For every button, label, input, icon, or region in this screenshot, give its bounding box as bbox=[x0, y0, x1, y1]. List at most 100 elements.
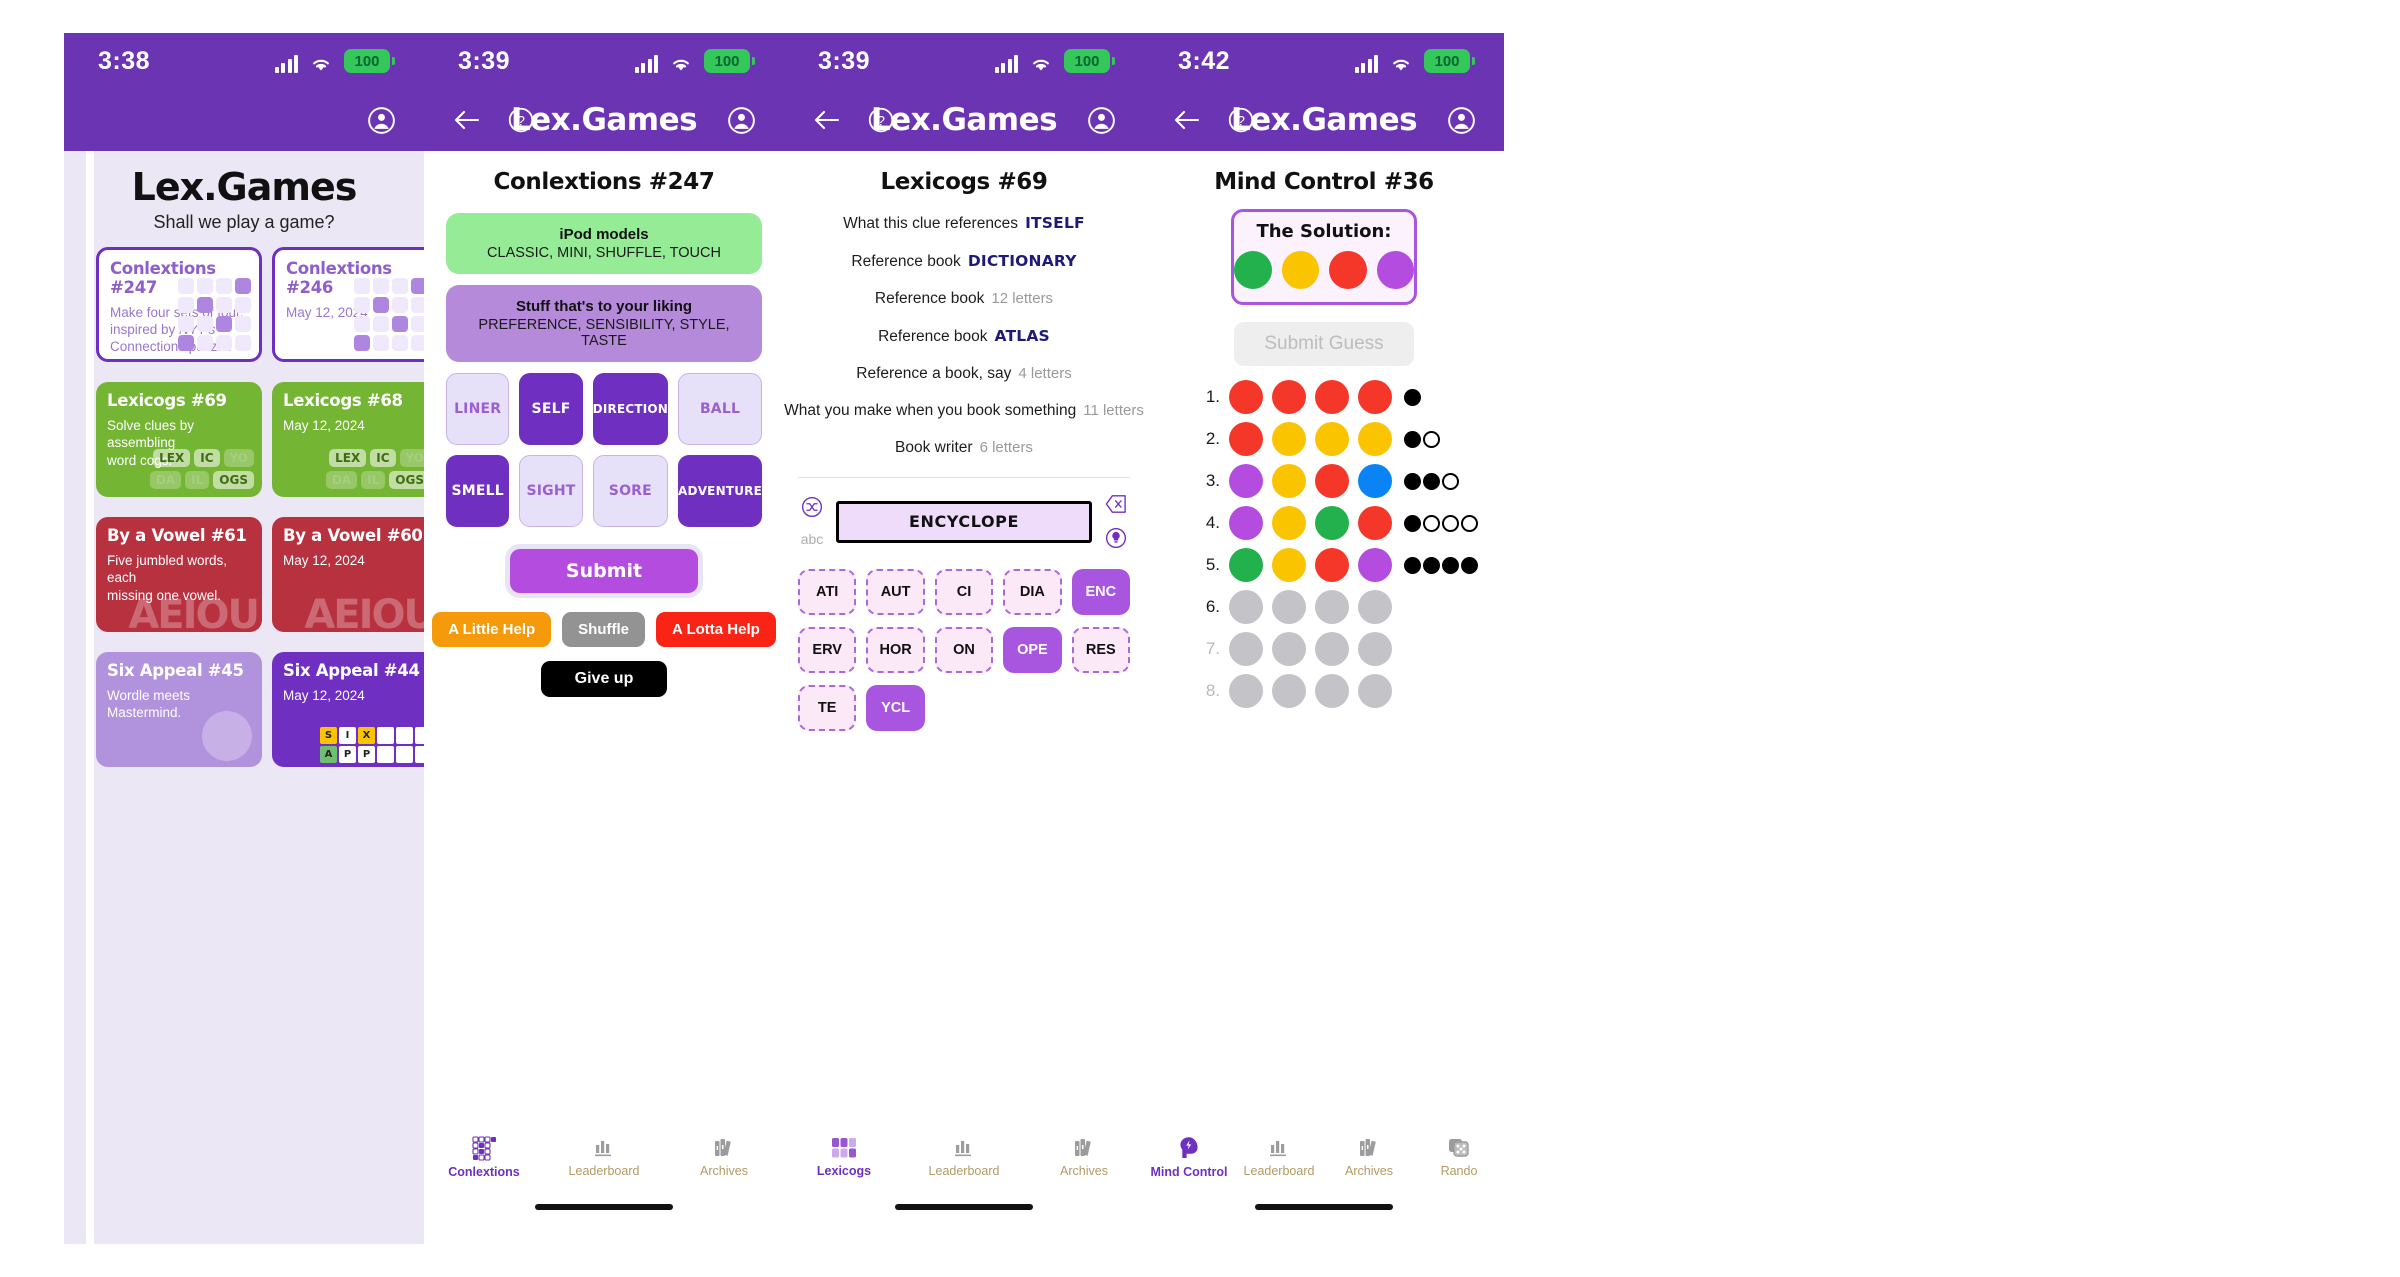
word-tile[interactable]: SMELL bbox=[446, 455, 510, 527]
bottom-tab-bar[interactable]: Mind Control Leaderboard Archives Rando bbox=[1144, 1126, 1504, 1188]
status-bar: 3:39 100 bbox=[784, 33, 1144, 89]
game-card-conlextions-247[interactable]: Conlextions #247 Make four sets of four,… bbox=[96, 247, 262, 362]
guess-row[interactable]: 6. bbox=[1202, 590, 1504, 624]
cog-chip: YO bbox=[223, 449, 254, 467]
cog-key[interactable]: ATI bbox=[798, 569, 857, 615]
account-icon[interactable] bbox=[1444, 103, 1478, 137]
word-tile[interactable]: BALL bbox=[678, 373, 762, 445]
cog-key[interactable]: ENC bbox=[1071, 569, 1130, 615]
abc-label[interactable]: abc bbox=[801, 531, 824, 547]
clue-answer: ITSELF bbox=[1025, 214, 1085, 232]
word-tile[interactable]: SORE bbox=[592, 455, 669, 527]
tab-mind-control[interactable]: Mind Control bbox=[1144, 1126, 1234, 1188]
bottom-tab-bar[interactable]: Conlextions Leaderboard Archives bbox=[424, 1126, 784, 1188]
connections-grid-icon bbox=[471, 1135, 497, 1161]
solved-group: Stuff that's to your liking PREFERENCE, … bbox=[446, 285, 762, 362]
answer-input[interactable]: ENCYCLOPE bbox=[836, 500, 1092, 543]
tab-lexicogs[interactable]: Lexicogs bbox=[784, 1126, 904, 1188]
clue-row[interactable]: Reference book DICTIONARY bbox=[784, 252, 1144, 271]
home-indicator bbox=[1144, 1188, 1504, 1244]
svg-text:?: ? bbox=[1237, 112, 1245, 128]
tab-rando[interactable]: Rando bbox=[1414, 1126, 1504, 1188]
cellular-signal-icon bbox=[994, 55, 1018, 73]
card-row-six-appeal: Six Appeal #45 Wordle meets Mastermind. … bbox=[96, 652, 424, 767]
clue-row[interactable]: Reference book ATLAS bbox=[784, 327, 1144, 346]
page-subtitle: Shall we play a game? bbox=[153, 212, 335, 232]
account-icon[interactable] bbox=[1084, 103, 1118, 137]
connections-grid-icon bbox=[354, 278, 424, 351]
tab-archives[interactable]: Archives bbox=[1024, 1126, 1144, 1188]
account-icon[interactable] bbox=[364, 103, 398, 137]
shuffle-button[interactable]: Shuffle bbox=[562, 612, 645, 647]
cog-key[interactable]: HOR bbox=[866, 627, 925, 673]
tab-conlextions[interactable]: Conlextions bbox=[424, 1126, 544, 1188]
tab-label: Lexicogs bbox=[816, 1164, 872, 1178]
solution-box: The Solution: bbox=[1231, 209, 1417, 305]
submit-guess-button[interactable]: Submit Guess bbox=[1234, 322, 1414, 366]
clue-row[interactable]: Reference a book, say 4 letters bbox=[784, 365, 1144, 383]
backspace-icon[interactable] bbox=[1105, 494, 1127, 514]
account-icon[interactable] bbox=[724, 103, 758, 137]
game-card-six-appeal-44[interactable]: Six Appeal #44 May 12, 2024 SIX APP bbox=[272, 652, 424, 767]
cog-key[interactable]: RES bbox=[1071, 627, 1130, 673]
cog-key[interactable]: YCL bbox=[866, 685, 925, 731]
game-card-six-appeal-45[interactable]: Six Appeal #45 Wordle meets Mastermind. bbox=[96, 652, 262, 767]
cog-key[interactable]: DIA bbox=[1003, 569, 1062, 615]
game-card-lexicogs-69[interactable]: Lexicogs #69 Solve clues by assembling w… bbox=[96, 382, 262, 497]
guess-number: 2. bbox=[1205, 429, 1220, 448]
word-tile[interactable]: DIRECTION bbox=[592, 373, 669, 445]
a-little-help-button[interactable]: A Little Help bbox=[432, 612, 552, 647]
bottom-tab-bar[interactable]: Lexicogs Leaderboard Archives bbox=[784, 1126, 1144, 1188]
tab-leaderboard[interactable]: Leaderboard bbox=[904, 1126, 1024, 1188]
game-card-conlextions-246[interactable]: Conlextions #246 May 12, 2024 bbox=[272, 247, 424, 362]
cog-key[interactable]: CI bbox=[934, 569, 994, 615]
help-icon[interactable]: ? bbox=[1224, 103, 1258, 137]
game-card-lexicogs-68[interactable]: Lexicogs #68 May 12, 2024 LEX IC YO DA IL OG… bbox=[272, 382, 424, 497]
word-tile[interactable]: LINER bbox=[446, 373, 510, 445]
clue-row[interactable]: Book writer 6 letters bbox=[784, 439, 1144, 457]
hint-bulb-icon[interactable] bbox=[1105, 527, 1127, 549]
games-card-list[interactable]: Conlextions #247 Make four sets of four,… bbox=[64, 247, 424, 767]
clue-text: Reference a book, say bbox=[856, 365, 1012, 382]
solution-pegs bbox=[1234, 251, 1414, 289]
game-card-by-a-vowel-61[interactable]: By a Vowel #61 Five jumbled words, each … bbox=[96, 517, 262, 632]
word-tile-grid[interactable]: LINER SELF DIRECTION BALL SMELL SIGHT SO… bbox=[446, 373, 762, 527]
word-tile[interactable]: SELF bbox=[519, 373, 583, 445]
clue-row[interactable]: Reference book 12 letters bbox=[784, 290, 1144, 308]
help-icon[interactable]: ? bbox=[504, 103, 538, 137]
word-tile[interactable]: SIGHT bbox=[519, 455, 583, 527]
cog-key[interactable]: OPE bbox=[1003, 627, 1062, 673]
clue-row[interactable]: What this clue references ITSELF bbox=[784, 214, 1144, 233]
cog-key[interactable]: ERV bbox=[798, 627, 857, 673]
phone-panel-home: 3:38 100 Lex.Games Shall we play a game? bbox=[64, 33, 424, 1244]
help-icon[interactable]: ? bbox=[864, 103, 898, 137]
clue-row[interactable]: What you make when you book something 11 … bbox=[784, 402, 1144, 420]
a-lotta-help-button[interactable]: A Lotta Help bbox=[656, 612, 776, 647]
back-arrow-icon[interactable] bbox=[450, 103, 484, 137]
books-icon bbox=[1356, 1136, 1382, 1160]
cog-key[interactable]: TE bbox=[798, 685, 857, 731]
tab-archives[interactable]: Archives bbox=[664, 1126, 784, 1188]
give-up-button[interactable]: Give up bbox=[540, 661, 668, 697]
guess-number: 5. bbox=[1205, 555, 1220, 574]
cog-keypad[interactable]: ATI AUT CI DIA ENC ERV HOR ON OPE RES TE… bbox=[798, 569, 1130, 731]
answer-input-row: abc ENCYCLOPE bbox=[794, 494, 1134, 549]
guess-number: 7. bbox=[1205, 639, 1220, 658]
cog-key[interactable]: AUT bbox=[866, 569, 925, 615]
submit-button[interactable]: Submit bbox=[509, 549, 699, 593]
clue-text: Reference book bbox=[878, 328, 988, 345]
home-indicator bbox=[784, 1188, 1144, 1244]
tab-archives[interactable]: Archives bbox=[1324, 1126, 1414, 1188]
back-arrow-icon[interactable] bbox=[1170, 103, 1204, 137]
tab-leaderboard[interactable]: Leaderboard bbox=[544, 1126, 664, 1188]
word-tile[interactable]: ADVENTURE bbox=[678, 455, 762, 527]
wifi-icon bbox=[309, 55, 333, 73]
status-bar: 3:42 100 bbox=[1144, 33, 1504, 89]
cog-key[interactable]: ON bbox=[934, 627, 994, 673]
shuffle-icon[interactable] bbox=[801, 496, 823, 518]
tab-leaderboard[interactable]: Leaderboard bbox=[1234, 1126, 1324, 1188]
right-controls bbox=[1098, 494, 1134, 549]
brand-header: Lex.Games Shall we play a game? bbox=[64, 151, 424, 233]
game-card-by-a-vowel-60[interactable]: By a Vowel #60 May 12, 2024 AEIOU bbox=[272, 517, 424, 632]
back-arrow-icon[interactable] bbox=[810, 103, 844, 137]
